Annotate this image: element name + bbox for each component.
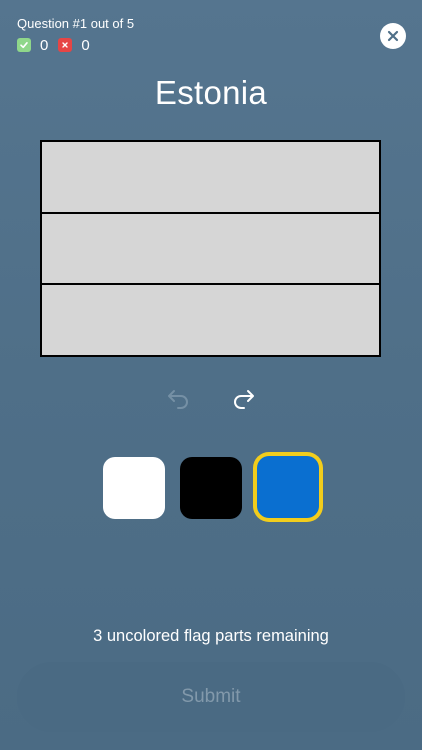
close-button[interactable] — [380, 23, 406, 49]
close-icon — [387, 30, 399, 42]
flag-canvas — [40, 140, 381, 357]
wrong-count: 0 — [81, 36, 90, 54]
flag-stripe-top[interactable] — [42, 142, 379, 212]
redo-button[interactable] — [228, 382, 260, 414]
flag-stripe-middle[interactable] — [42, 211, 379, 284]
submit-button[interactable]: Submit — [17, 662, 405, 732]
cross-icon — [58, 38, 73, 52]
question-progress: Question #1 out of 5 — [17, 16, 135, 31]
color-swatch-blue[interactable] — [257, 456, 319, 518]
correct-count: 0 — [40, 36, 49, 54]
undo-icon — [168, 390, 188, 409]
country-name: Estonia — [154, 74, 268, 111]
flag-stripe-bottom[interactable] — [42, 283, 379, 356]
undo-button[interactable] — [162, 382, 194, 414]
redo-icon — [234, 390, 254, 409]
score-row: 0 0 — [17, 36, 100, 54]
color-swatch-black[interactable] — [180, 457, 242, 519]
remaining-parts-text: 3 uncolored flag parts remaining — [93, 627, 329, 645]
check-icon — [17, 38, 31, 52]
color-swatch-white[interactable] — [103, 457, 165, 519]
